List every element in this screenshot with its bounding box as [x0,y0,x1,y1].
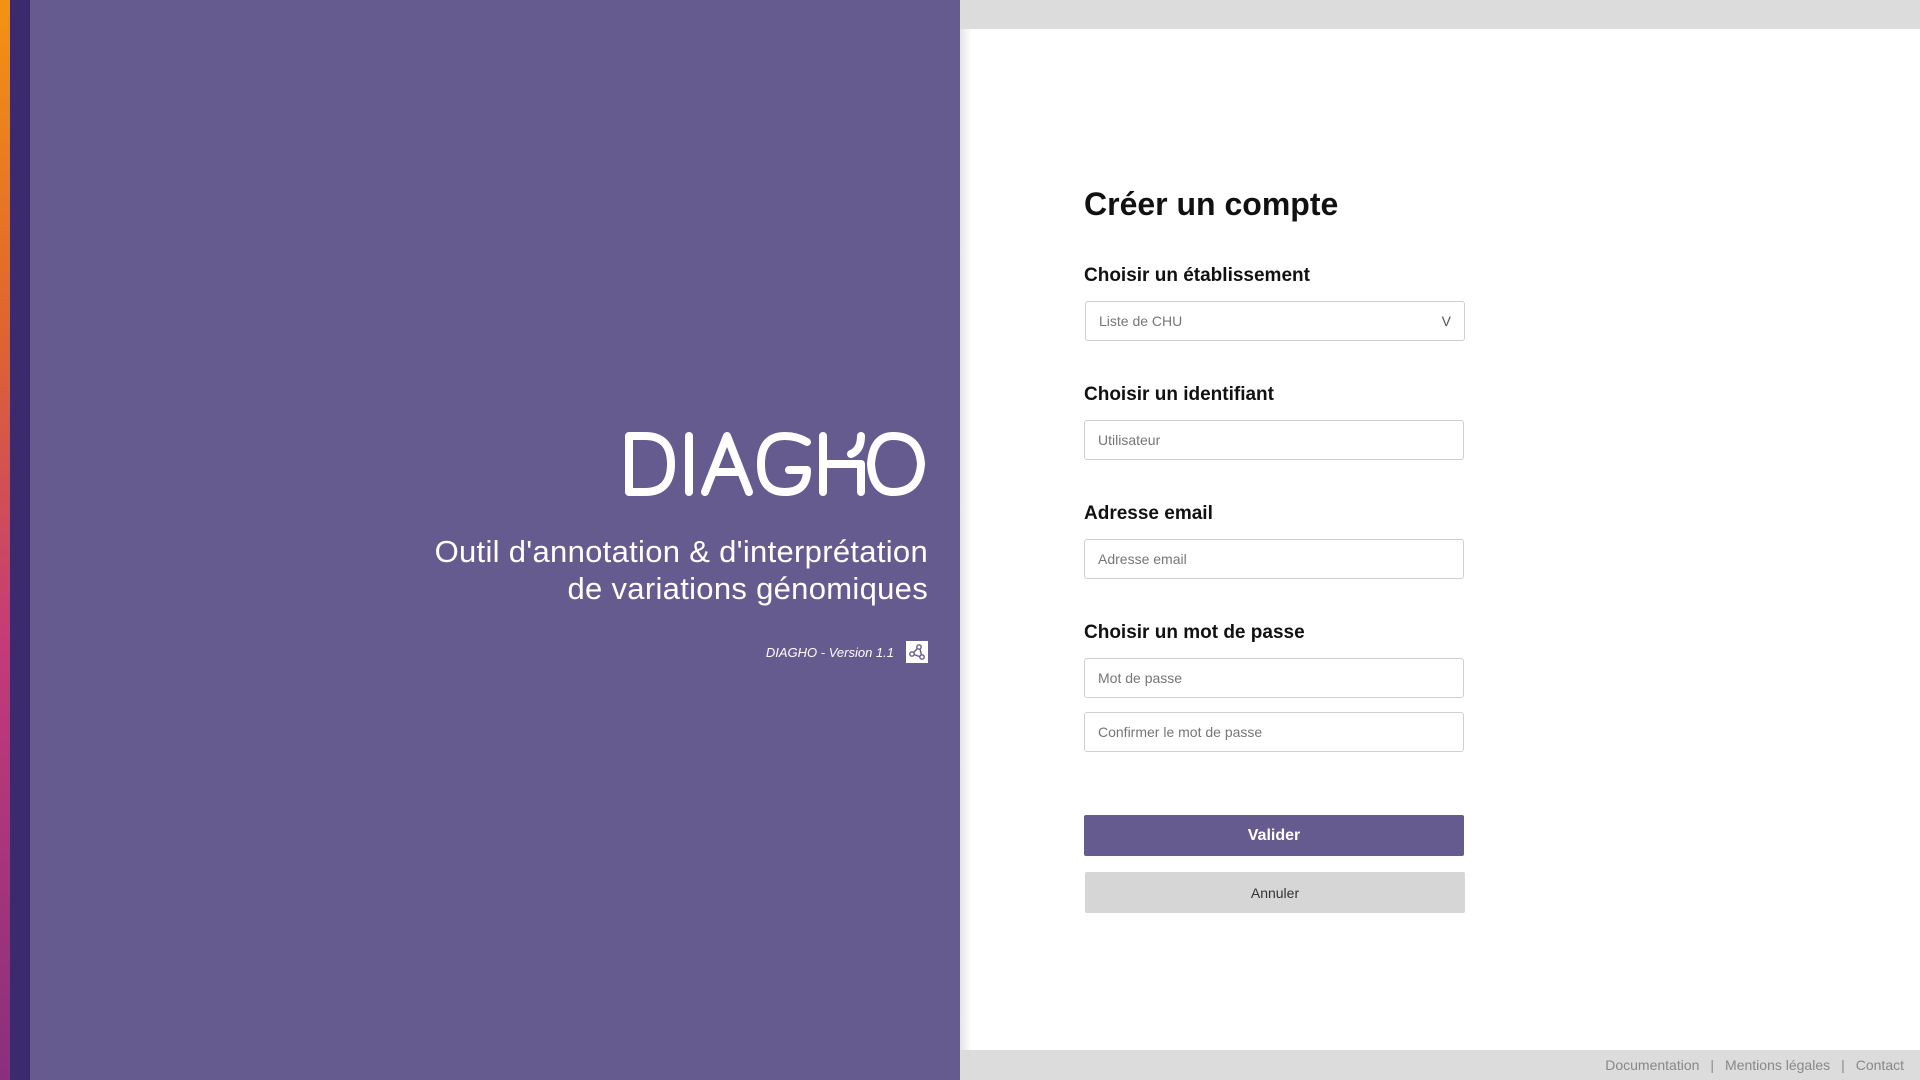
establishment-label: Choisir un établissement [1084,265,1310,286]
password-input[interactable] [1098,670,1450,686]
footer-separator: | [1841,1057,1845,1073]
brand-panel: Outil d'annotation & d'interprétation de… [0,0,960,1080]
footer-link-legal[interactable]: Mentions légales [1725,1057,1830,1073]
footer-link-contact[interactable]: Contact [1856,1057,1904,1073]
email-label: Adresse email [1084,503,1213,524]
dark-stripe [10,0,30,1080]
footer: Documentation | Mentions légales | Conta… [960,1050,1920,1080]
form-panel: Créer un compte Choisir un établissement… [960,0,1920,1080]
cancel-button[interactable]: Annuler [1085,872,1465,913]
establishment-select-value: Liste de CHU [1099,313,1183,329]
diagho-logo [625,432,925,496]
footer-separator: | [1710,1057,1715,1073]
share-nodes-icon[interactable] [906,641,928,663]
submit-button[interactable]: Valider [1084,815,1464,856]
password-confirm-field-wrapper [1084,712,1464,752]
email-input[interactable] [1098,551,1450,567]
tagline-line-2: de variations génomiques [567,571,928,606]
tagline: Outil d'annotation & d'interprétation de… [228,533,928,607]
top-bar [960,0,1920,29]
establishment-select[interactable]: Liste de CHU V [1085,301,1465,341]
chevron-down-icon: V [1441,313,1451,329]
password-field-wrapper [1084,658,1464,698]
email-field-wrapper [1084,539,1464,579]
identifier-field-wrapper [1084,420,1464,460]
username-input[interactable] [1098,432,1450,448]
page-title: Créer un compte [1084,186,1339,222]
panel-shadow [960,29,972,1050]
accent-stripe [0,0,10,1080]
password-label: Choisir un mot de passe [1084,622,1305,643]
version-label: DIAGHO - Version 1.1 [765,644,894,660]
signup-form: Créer un compte Choisir un établissement… [1084,186,1466,913]
version-row: DIAGHO - Version 1.1 [228,641,928,663]
brand-block: Outil d'annotation & d'interprétation de… [228,430,928,663]
password-confirm-input[interactable] [1098,724,1450,740]
footer-link-documentation[interactable]: Documentation [1605,1057,1699,1073]
tagline-line-1: Outil d'annotation & d'interprétation [434,534,928,569]
identifier-label: Choisir un identifiant [1084,384,1274,405]
